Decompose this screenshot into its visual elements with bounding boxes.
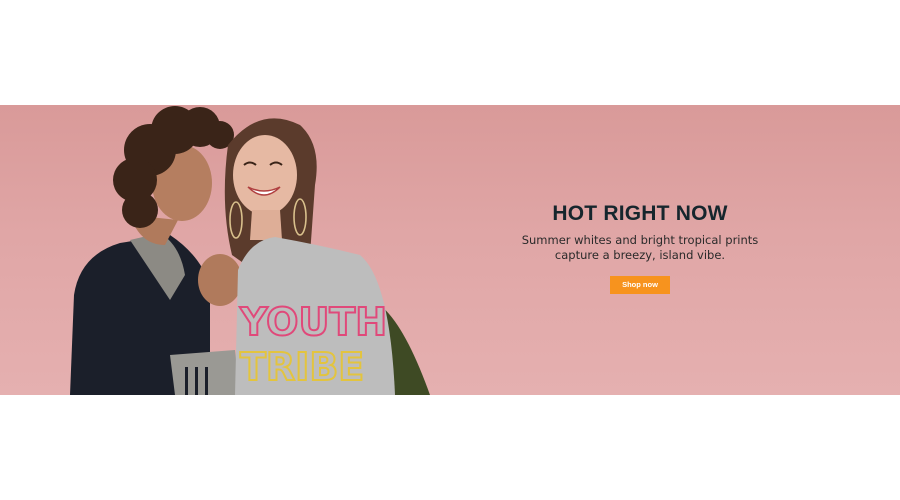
sweatshirt-print-line-1: YOUTH (239, 300, 387, 344)
hero-headline: HOT RIGHT NOW (552, 202, 728, 225)
hero-subline-line-2: capture a breezy, island vibe. (554, 248, 726, 262)
sweatshirt-print-line-2: TRIBE (240, 345, 364, 389)
shop-now-button[interactable]: Shop now (610, 276, 670, 294)
hero-subline-line-1: Summer whites and bright tropical prints (521, 233, 759, 247)
hero-banner[interactable]: YOUTH TRIBE HOT RIGHT NOW Summer whites … (0, 105, 900, 395)
hero-subline: Summer whites and bright tropical prints… (520, 233, 760, 263)
hero-copy: HOT RIGHT NOW Summer whites and bright t… (520, 201, 760, 294)
hero-photo: YOUTH TRIBE (70, 106, 430, 395)
